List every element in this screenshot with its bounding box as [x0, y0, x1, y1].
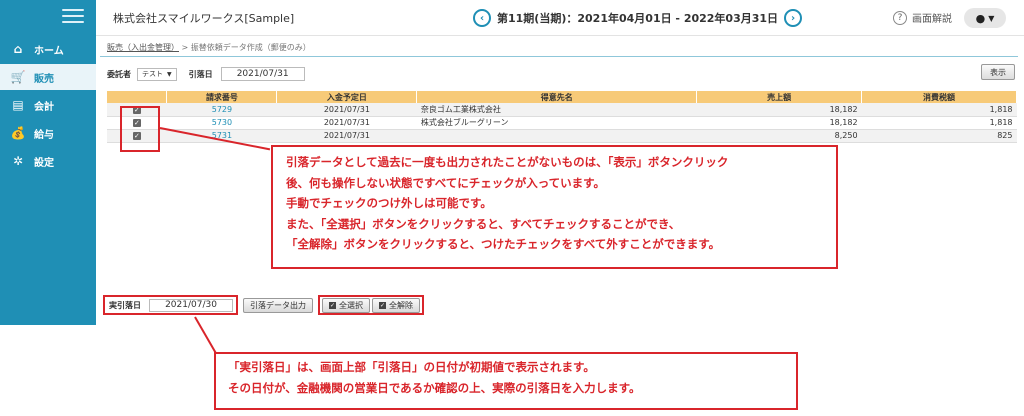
- callout-line: 「実引落日」は、画面上部「引落日」の日付が初期値で表示されます。: [228, 360, 595, 374]
- question-icon: ?: [893, 10, 907, 25]
- sidebar-item-label: 設定: [34, 157, 54, 169]
- customer-cell: 奈良ゴム工業株式会社: [416, 103, 697, 117]
- invoice-table: 請求番号 入金予定日 得意先名 売上額 消費税額 ✓ 5729 2021/07/…: [107, 91, 1017, 143]
- sidebar-item-sales[interactable]: 🛒 販売: [0, 64, 96, 90]
- breadcrumb-parent[interactable]: 販売（入出金管理）: [107, 43, 179, 52]
- actual-debit-date-label: 実引落日: [109, 300, 141, 310]
- callout-line: 引落データとして過去に一度も出力されたことがないものは、「表示」ボタンクリック: [286, 155, 729, 169]
- chevron-right-icon[interactable]: ›: [784, 9, 803, 27]
- table-row: ✓ 5731 2021/07/31 8,250 825: [107, 129, 1017, 143]
- select-all-label: 全選択: [339, 300, 363, 310]
- select-buttons-highlight-box: ✓ 全選択 ✓ 全解除: [318, 295, 424, 315]
- user-menu-button[interactable]: ● ▼: [964, 8, 1006, 28]
- gear-icon: ✲: [12, 154, 24, 168]
- sales-cell: 18,182: [696, 103, 862, 117]
- sales-cell: 8,250: [696, 129, 862, 143]
- column-header[interactable]: 得意先名: [416, 91, 698, 103]
- table-row: ✓ 5730 2021/07/31 株式会社ブルーグリーン 18,182 1,8…: [107, 116, 1017, 130]
- bottom-controls: 実引落日 2021/07/30 引落データ出力 ✓ 全選択 ✓ 全解除: [103, 295, 424, 315]
- help-link[interactable]: ? 画面解説: [893, 10, 952, 25]
- callout-line: 後、何も操作しない状態ですべてにチェックが入っています。: [286, 175, 606, 190]
- export-debit-data-button[interactable]: 引落データ出力: [243, 297, 313, 313]
- sales-cell: 18,182: [696, 116, 862, 130]
- consignor-value: テスト: [142, 70, 163, 78]
- sidebar-item-home[interactable]: ⌂ ホーム: [0, 36, 96, 62]
- debit-date-label: 引落日: [188, 69, 213, 79]
- show-button[interactable]: 表示: [981, 64, 1015, 80]
- money-bag-icon: 💰: [10, 126, 26, 140]
- sidebar-item-label: 販売: [34, 73, 54, 85]
- home-icon: ⌂: [13, 42, 23, 56]
- due-date-cell: 2021/07/31: [276, 103, 417, 117]
- filter-bar: 委託者 テスト ▼ 引落日 2021/07/31: [107, 66, 305, 82]
- divider: [100, 56, 1018, 57]
- help-label: 画面解説: [912, 14, 952, 25]
- table-row: ✓ 5729 2021/07/31 奈良ゴム工業株式会社 18,182 1,81…: [107, 103, 1017, 117]
- sidebar-item-label: 会計: [34, 101, 54, 113]
- consignor-label: 委託者: [107, 69, 131, 79]
- chevron-down-icon: ▼: [167, 70, 172, 78]
- checkbox-icon: ✓: [379, 301, 386, 309]
- consignor-select[interactable]: テスト ▼: [137, 67, 177, 81]
- customer-cell: 株式会社ブルーグリーン: [416, 116, 697, 130]
- select-all-button[interactable]: ✓ 全選択: [322, 297, 370, 313]
- column-header[interactable]: 請求番号: [166, 91, 278, 103]
- invoice-number-link[interactable]: 5730: [212, 118, 232, 127]
- actual-debit-date-input[interactable]: 2021/07/30: [149, 298, 233, 312]
- deselect-all-button[interactable]: ✓ 全解除: [372, 297, 420, 313]
- callout-line: 「全解除」ボタンをクリックすると、つけたチェックをすべて外すことができます。: [286, 237, 721, 251]
- checkbox-highlight-box: [120, 106, 160, 152]
- column-header[interactable]: 売上額: [696, 91, 863, 103]
- sidebar-item-label: ホーム: [34, 45, 64, 57]
- company-name: 株式会社スマイルワークス[Sample]: [113, 12, 295, 25]
- fiscal-period: 第11期(当期)：2021年04月01日 - 2022年03月31日: [497, 12, 779, 25]
- top-bar: 株式会社スマイルワークス[Sample] ‹ 第11期(当期)：2021年04月…: [96, 0, 1024, 36]
- tax-cell: 1,818: [861, 116, 1017, 130]
- callout-line: その日付が、金融機関の営業日であるか確認の上、実際の引落日を入力します。: [228, 380, 641, 395]
- callout-line: また、「全選択」ボタンをクリックすると、すべてチェックすることができ、: [286, 216, 681, 231]
- breadcrumb: 販売（入出金管理） > 振替依頼データ作成（郵便のみ）: [107, 42, 311, 53]
- sidebar: ⌂ ホーム 🛒 販売 ▤ 会計 💰 給与 ✲ 設定: [0, 0, 96, 325]
- annotation-callout-actual-date: 「実引落日」は、画面上部「引落日」の日付が初期値で表示されます。 その日付が、金…: [214, 352, 798, 410]
- callout-line: 手動でチェックのつけ外しは可能です。: [286, 196, 492, 210]
- annotation-callout-checkboxes: 引落データとして過去に一度も出力されたことがないものは、「表示」ボタンクリック …: [271, 145, 838, 269]
- chevron-down-icon: ▼: [988, 13, 995, 23]
- debit-date-input[interactable]: 2021/07/31: [220, 67, 305, 81]
- tax-cell: 825: [861, 129, 1017, 143]
- deselect-all-label: 全解除: [389, 300, 413, 310]
- fiscal-period-selector: ‹ 第11期(当期)：2021年04月01日 - 2022年03月31日 ›: [473, 7, 803, 29]
- column-header: [107, 91, 168, 103]
- column-header[interactable]: 入金予定日: [276, 91, 418, 103]
- customer-cell: [416, 129, 697, 143]
- table-header-row: 請求番号 入金予定日 得意先名 売上額 消費税額: [107, 91, 1017, 103]
- sidebar-item-label: 給与: [34, 129, 54, 141]
- actual-date-highlight-box: 実引落日 2021/07/30: [103, 295, 238, 315]
- calculator-icon: ▤: [12, 98, 24, 112]
- due-date-cell: 2021/07/31: [276, 129, 417, 143]
- chevron-left-icon[interactable]: ‹: [473, 9, 491, 27]
- due-date-cell: 2021/07/31: [276, 116, 417, 130]
- user-icon: ●: [975, 11, 986, 25]
- sidebar-item-accounting[interactable]: ▤ 会計: [0, 92, 96, 118]
- tax-cell: 1,818: [861, 103, 1017, 117]
- cart-icon: 🛒: [10, 70, 26, 84]
- checkbox-icon: ✓: [329, 301, 336, 309]
- breadcrumb-current: 振替依頼データ作成（郵便のみ）: [190, 43, 311, 52]
- invoice-number-link[interactable]: 5729: [212, 105, 232, 114]
- breadcrumb-separator: >: [181, 43, 189, 52]
- sidebar-item-settings[interactable]: ✲ 設定: [0, 148, 96, 174]
- sidebar-item-payroll[interactable]: 💰 給与: [0, 120, 96, 146]
- column-header[interactable]: 消費税額: [861, 91, 1017, 103]
- hamburger-menu-icon[interactable]: [62, 9, 84, 25]
